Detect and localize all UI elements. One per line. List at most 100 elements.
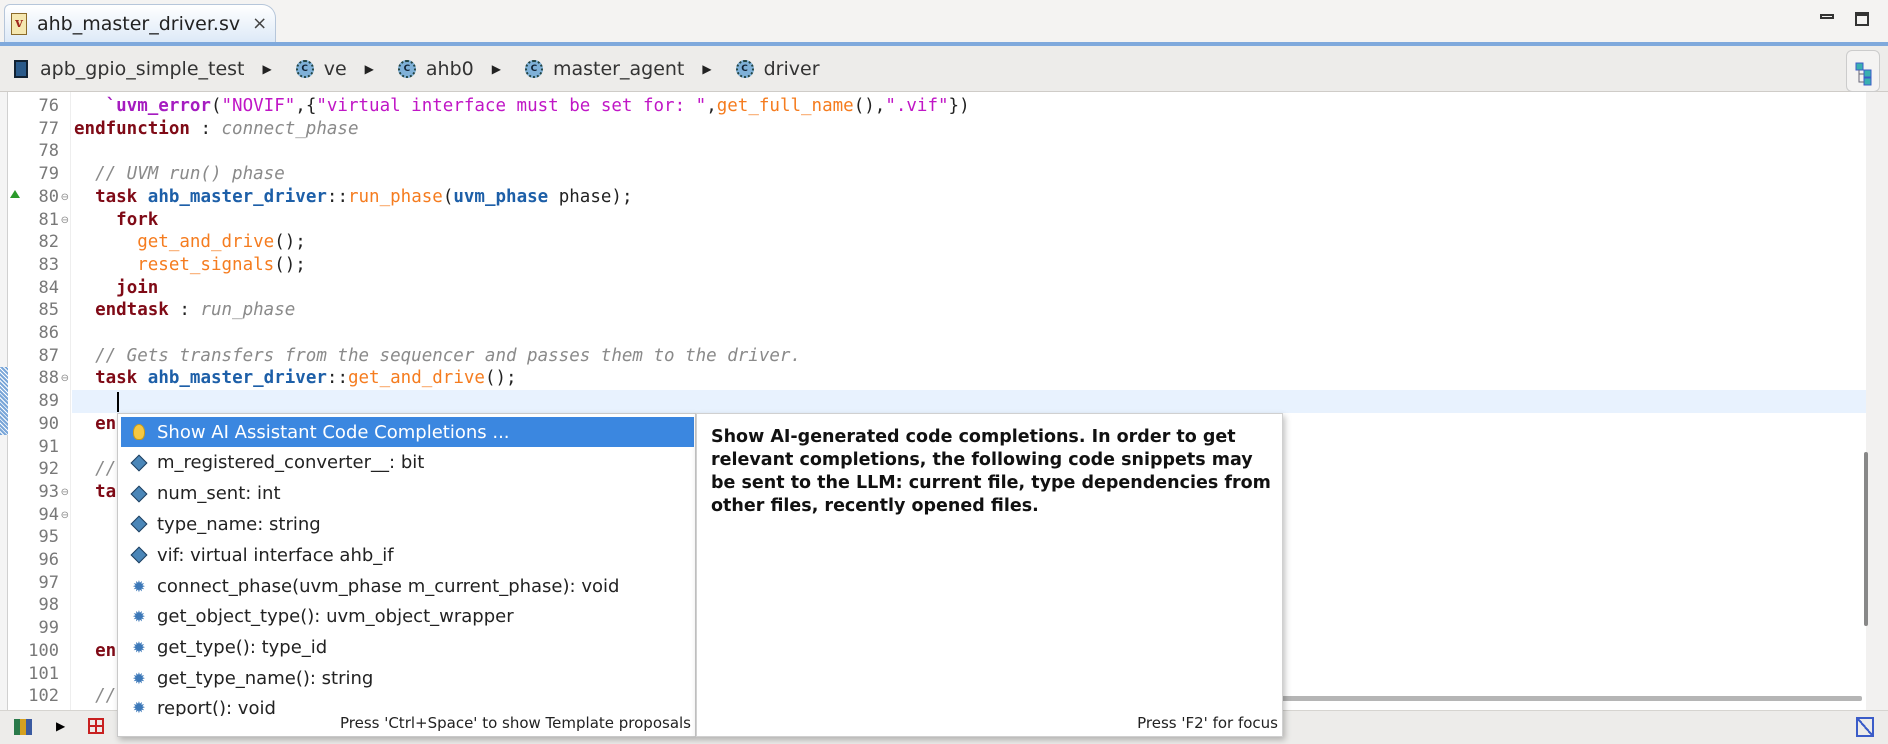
code-line: en (74, 413, 116, 436)
link-editor-icon[interactable] (1856, 717, 1874, 737)
field-icon (129, 485, 149, 503)
current-line-highlight (72, 390, 1866, 413)
maximize-icon[interactable] (1855, 12, 1869, 26)
code-line: endfunction : connect_phase (74, 118, 358, 141)
line-number: 97 (38, 572, 59, 593)
completion-item[interactable]: Show AI Assistant Code Completions ... (121, 417, 694, 447)
fold-collapse-icon[interactable]: ⊖ (61, 367, 69, 390)
completion-item-label: num_sent: int (157, 483, 281, 505)
field-icon (129, 515, 149, 533)
completion-item[interactable]: type_name: string (121, 509, 694, 539)
breadcrumb-item-driver[interactable]: Cdriver (735, 58, 820, 80)
fold-collapse-icon[interactable]: ⊖ (61, 481, 69, 504)
line-number: 82 (38, 232, 59, 253)
breadcrumb-item-ve[interactable]: Cve (295, 58, 347, 80)
editor-tab[interactable]: v ahb_master_driver.sv × (4, 4, 276, 42)
completion-item-label: get_type_name(): string (157, 667, 374, 689)
code-token: join (116, 277, 159, 298)
completion-item[interactable]: ✹ get_type_name(): string (121, 663, 694, 693)
code-token: get_and_drive (347, 368, 485, 389)
code-line: // (74, 685, 116, 708)
code-token: (); (484, 368, 517, 389)
code-line: fork (74, 209, 158, 232)
method-icon: ✹ (132, 668, 146, 688)
line-number: 83 (38, 254, 59, 275)
method-icon: ✹ (132, 576, 146, 596)
line-number: 99 (38, 618, 59, 639)
line-number: 98 (38, 595, 59, 616)
code-line: // UVM run() phase (74, 163, 285, 186)
completion-item[interactable]: m_registered_converter__: bit (121, 448, 694, 478)
completion-item-label: vif: virtual interface ahb_if (157, 544, 394, 566)
code-token: ahb_master_driver (147, 368, 327, 389)
line-number: 91 (38, 436, 59, 457)
vertical-scrollbar-track[interactable] (1866, 92, 1888, 710)
component-icon: C (735, 59, 754, 78)
completion-item-label: report(): void (157, 698, 276, 717)
horizontal-scrollbar-thumb[interactable] (1280, 696, 1862, 701)
completion-item[interactable]: vif: virtual interface ahb_if (121, 540, 694, 570)
completion-item[interactable]: ✹ get_type(): type_id (121, 633, 694, 663)
code-token: reset_signals (137, 254, 275, 275)
code-token: run_phase (200, 300, 296, 321)
line-number: 95 (38, 527, 59, 548)
code-token: task (95, 186, 138, 207)
library-icon[interactable] (14, 719, 32, 735)
change-marker (0, 367, 8, 435)
code-line: ta (74, 481, 116, 504)
line-number: 102 (28, 686, 59, 707)
grid-icon[interactable] (88, 718, 104, 734)
play-icon[interactable]: ▶ (56, 719, 65, 733)
content-assist-popup: Show AI Assistant Code Completions ... m_… (117, 413, 696, 737)
fold-collapse-icon[interactable]: ⊖ (61, 209, 69, 232)
code-token: `uvm_error (105, 96, 211, 116)
code-token: }) (948, 96, 970, 116)
code-line: // Gets transfers from the sequencer and… (74, 345, 801, 368)
breadcrumb-item-ahb0[interactable]: Cahb0 (397, 58, 474, 80)
code-token: (); (274, 232, 306, 253)
code-token: get_full_name (716, 96, 854, 116)
fold-collapse-icon[interactable]: ⊖ (61, 504, 69, 527)
code-token: ahb_master_driver (147, 186, 327, 207)
code-token: connect_phase (221, 118, 359, 139)
editor-tab-bar: v ahb_master_driver.sv × (0, 0, 1888, 46)
line-number: 90 (38, 413, 59, 434)
code-token: run_phase (347, 186, 443, 207)
breadcrumb-item-test[interactable]: apb_gpio_simple_test (14, 58, 245, 80)
code-token: : (168, 300, 201, 321)
lightbulb-icon (129, 424, 149, 440)
code-token: en (95, 413, 117, 434)
line-number: 92 (38, 459, 59, 480)
component-icon: C (397, 59, 416, 78)
completion-item-label: m_registered_converter__: bit (157, 452, 425, 474)
code-token: endfunction (74, 118, 190, 139)
chevron-right-icon: ▶ (364, 61, 374, 76)
chevron-right-icon: ▶ (702, 61, 712, 76)
breadcrumb: apb_gpio_simple_test ▶ Cve ▶ Cahb0 ▶ Cma… (0, 46, 1888, 92)
completion-item-label: Show AI Assistant Code Completions ... (157, 421, 510, 443)
show-outline-button[interactable] (1846, 50, 1880, 92)
code-token: uvm_phase (453, 186, 549, 207)
minimize-icon[interactable] (1820, 14, 1834, 19)
line-number: 85 (38, 300, 59, 321)
fold-collapse-icon[interactable]: ⊖ (61, 186, 69, 209)
code-token: // (95, 686, 117, 707)
completion-item[interactable]: num_sent: int (121, 479, 694, 509)
completion-item[interactable]: ✹ get_object_type(): uvm_object_wrapper (121, 602, 694, 632)
completion-item-label: get_type(): type_id (157, 637, 328, 659)
vertical-scrollbar-thumb[interactable] (1864, 452, 1868, 626)
method-icon: ✹ (132, 638, 146, 658)
hierarchy-icon (1855, 62, 1872, 86)
code-line: join (74, 277, 158, 300)
template-proposals-hint: Press 'Ctrl+Space' to show Template prop… (339, 714, 691, 732)
completion-item[interactable]: ✹ connect_phase(uvm_phase m_current_phase… (121, 571, 694, 601)
close-icon[interactable]: × (252, 13, 267, 34)
text-caret (117, 392, 119, 412)
code-line: `uvm_error("NOVIF",{"virtual interface m… (74, 95, 970, 118)
code-token: phase); (548, 186, 633, 207)
documentation-text: Show AI-generated code completions. In o… (711, 427, 1271, 516)
code-token: endtask (95, 300, 169, 321)
completion-item[interactable]: ✹ report(): void (121, 694, 694, 716)
breadcrumb-item-master-agent[interactable]: Cmaster_agent (524, 58, 684, 80)
